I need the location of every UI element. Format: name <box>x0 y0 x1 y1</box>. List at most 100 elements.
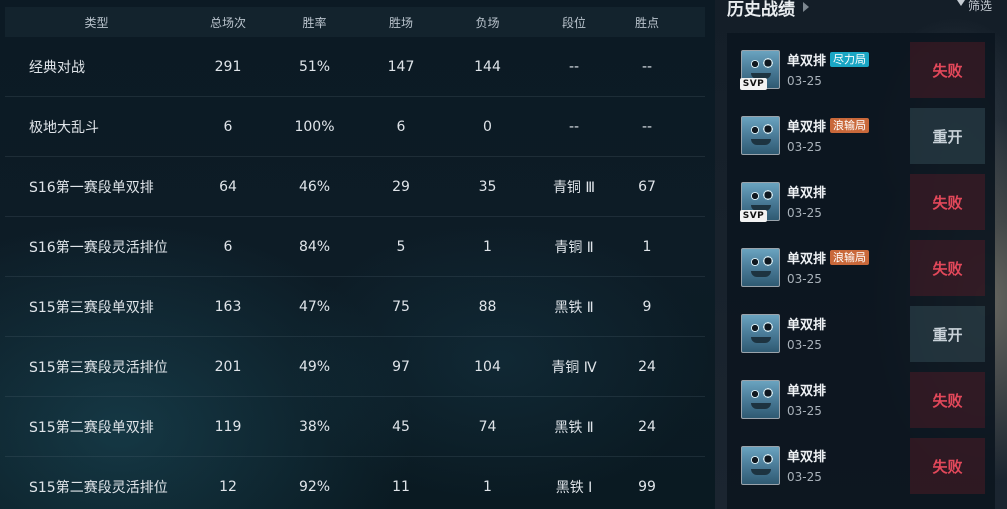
match-mode: 单双排 浪输局 <box>787 116 870 135</box>
match-result: 失败 <box>910 240 985 296</box>
match-item[interactable]: 单双排 03-25 重开 <box>727 297 995 363</box>
svp-badge: SVP <box>740 210 767 222</box>
champion-avatar <box>741 248 780 287</box>
match-history-list: SVP 单双排 尽力局 03-25 失败 单双排 浪输局 03-25 重开 SVP 单双排 03-25… <box>727 33 995 509</box>
cell-points: 99 <box>638 478 656 495</box>
cell-rank: -- <box>568 58 580 75</box>
match-date: 03-25 <box>787 338 822 352</box>
avatar-mouth <box>751 271 771 277</box>
champion-avatar <box>741 314 780 353</box>
header-rank: 段位 <box>561 15 586 30</box>
cell-losses: 1 <box>483 478 492 495</box>
cell-winrate: 49% <box>298 358 331 375</box>
cell-rank: 黑铁 Ⅰ <box>555 479 593 496</box>
match-item[interactable]: 单双排 03-25 失败 <box>727 429 995 495</box>
header-wins: 胜场 <box>388 15 413 30</box>
table-row[interactable]: 极地大乱斗 6 100% 6 0 -- -- <box>5 97 705 157</box>
match-date: 03-25 <box>787 404 822 418</box>
match-item[interactable]: SVP 单双排 03-25 失败 <box>727 165 995 231</box>
cell-points: 1 <box>642 238 652 255</box>
match-mode-label: 单双排 <box>787 186 827 201</box>
cell-losses: 35 <box>478 178 497 195</box>
history-title[interactable]: 历史战绩 <box>727 0 809 20</box>
match-mode-label: 单双排 <box>787 450 827 465</box>
match-date: 03-25 <box>787 74 822 88</box>
match-result: 失败 <box>910 174 985 230</box>
cell-wins: 6 <box>396 118 406 135</box>
match-date: 03-25 <box>787 470 822 484</box>
match-item[interactable]: 单双排 03-25 失败 <box>727 363 995 429</box>
cell-type: S15第三赛段单双排 <box>29 299 154 316</box>
cell-total: 12 <box>219 478 237 495</box>
match-tag: 浪输局 <box>830 118 870 133</box>
cell-losses: 74 <box>478 418 497 435</box>
cell-total: 6 <box>223 238 233 255</box>
cell-points: 67 <box>638 178 656 195</box>
cell-type: 经典对战 <box>29 59 85 76</box>
filter-button[interactable]: 筛选 <box>957 0 992 13</box>
match-date: 03-25 <box>787 272 822 286</box>
cell-wins: 75 <box>392 298 410 315</box>
filter-icon <box>957 0 965 6</box>
cell-winrate: 84% <box>298 238 331 255</box>
cell-winrate: 100% <box>294 118 335 135</box>
match-result: 重开 <box>910 108 985 164</box>
cell-total: 291 <box>214 58 242 75</box>
cell-type: S16第一赛段单双排 <box>29 179 154 196</box>
cell-winrate: 38% <box>298 418 331 435</box>
match-item[interactable]: 单双排 浪输局 03-25 失败 <box>727 231 995 297</box>
cell-wins: 5 <box>396 238 406 255</box>
header-points: 胜点 <box>634 15 659 30</box>
champion-avatar <box>741 380 780 419</box>
table-row[interactable]: S16第一赛段单双排 64 46% 29 35 青铜 Ⅲ 67 <box>5 157 705 217</box>
match-item[interactable]: 单双排 浪输局 03-25 重开 <box>727 99 995 165</box>
match-date: 03-25 <box>787 206 822 220</box>
filter-label: 筛选 <box>968 0 993 13</box>
cell-total: 119 <box>214 418 242 435</box>
match-mode: 单双排 <box>787 314 826 333</box>
table-header: 类型 总场次 胜率 胜场 负场 段位 胜点 <box>5 7 705 37</box>
svp-badge: SVP <box>740 78 767 90</box>
table-row[interactable]: S15第二赛段单双排 119 38% 45 74 黑铁 Ⅱ 24 <box>5 397 705 457</box>
cell-wins: 97 <box>392 358 410 375</box>
match-item[interactable]: SVP 单双排 尽力局 03-25 失败 <box>727 33 995 99</box>
cell-winrate: 92% <box>298 478 331 495</box>
cell-total: 201 <box>214 358 242 375</box>
avatar-mouth <box>751 139 771 145</box>
cell-points: 9 <box>642 298 652 315</box>
cell-points: -- <box>641 118 653 135</box>
avatar-mouth <box>751 469 771 475</box>
match-mode-label: 单双排 <box>787 318 827 333</box>
cell-points: 24 <box>638 418 656 435</box>
header-winrate: 胜率 <box>302 15 327 30</box>
match-date: 03-25 <box>787 140 822 154</box>
header-type: 类型 <box>84 15 109 30</box>
table-row[interactable]: 经典对战 291 51% 147 144 -- -- <box>5 37 705 97</box>
champion-avatar <box>741 116 780 155</box>
cell-points: 24 <box>638 358 656 375</box>
match-result: 重开 <box>910 306 985 362</box>
avatar-mouth <box>751 403 771 409</box>
table-row[interactable]: S15第三赛段单双排 163 47% 75 88 黑铁 Ⅱ 9 <box>5 277 705 337</box>
match-result: 失败 <box>910 42 985 98</box>
cell-winrate: 46% <box>298 178 331 195</box>
avatar-mouth <box>751 337 771 343</box>
table-row[interactable]: S15第三赛段灵活排位 201 49% 97 104 青铜 Ⅳ 24 <box>5 337 705 397</box>
cell-rank: -- <box>568 118 580 135</box>
match-result: 失败 <box>910 372 985 428</box>
match-mode-label: 单双排 <box>787 252 827 267</box>
cell-type: S15第二赛段灵活排位 <box>29 479 168 496</box>
cell-winrate: 47% <box>298 298 331 315</box>
history-title-label: 历史战绩 <box>727 0 795 20</box>
table-row[interactable]: S15第二赛段灵活排位 12 92% 11 1 黑铁 Ⅰ 99 <box>5 457 705 509</box>
match-mode: 单双排 尽力局 <box>787 50 870 69</box>
header-losses: 负场 <box>475 15 500 30</box>
match-mode-label: 单双排 <box>787 54 827 69</box>
cell-winrate: 51% <box>298 58 331 75</box>
match-mode: 单双排 <box>787 380 826 399</box>
cell-losses: 144 <box>474 58 501 75</box>
cell-wins: 45 <box>392 418 410 435</box>
match-mode: 单双排 <box>787 446 826 465</box>
table-row[interactable]: S16第一赛段灵活排位 6 84% 5 1 青铜 Ⅱ 1 <box>5 217 705 277</box>
match-mode: 单双排 浪输局 <box>787 248 870 267</box>
